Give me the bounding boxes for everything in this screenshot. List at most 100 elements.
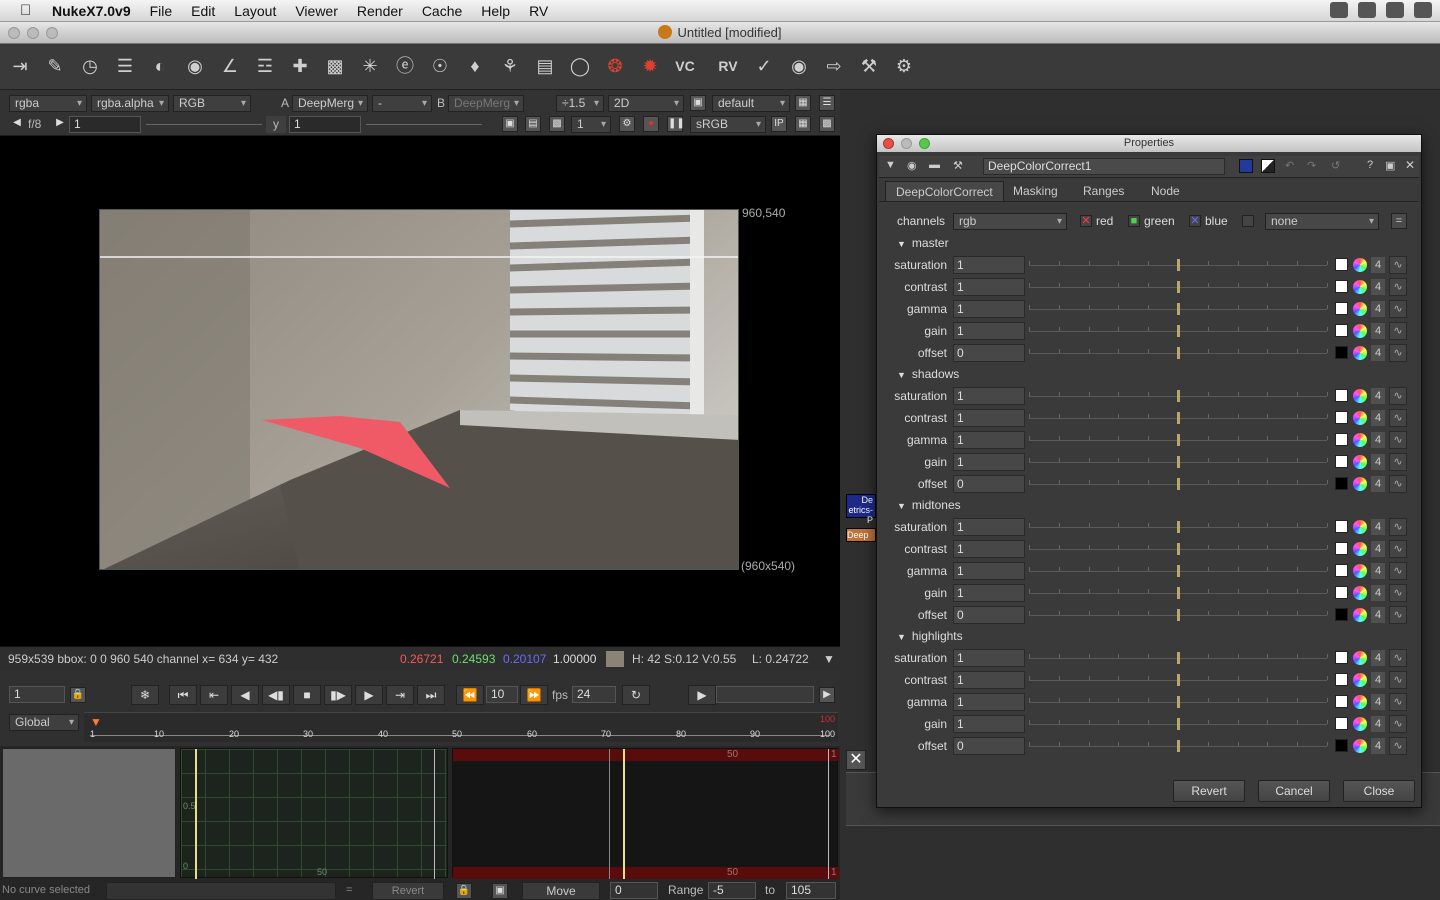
compare-mode-select[interactable]: -: [372, 95, 432, 112]
section-shadows[interactable]: shadows: [897, 367, 959, 381]
color-wheel-icon[interactable]: [1353, 608, 1367, 622]
slider-handle[interactable]: [1177, 434, 1180, 446]
slider-handle[interactable]: [1177, 740, 1180, 752]
colorspace-select[interactable]: sRGB: [690, 116, 766, 133]
animation-curve-icon[interactable]: ∿: [1389, 584, 1407, 602]
checkmark-icon[interactable]: ✓: [752, 54, 776, 78]
ip-icon[interactable]: IP: [771, 116, 787, 132]
color-swatch[interactable]: [1335, 717, 1348, 730]
vc-button[interactable]: VC: [670, 54, 700, 78]
channel-split-button[interactable]: 4: [1371, 694, 1385, 710]
color-wheel-icon[interactable]: [1353, 673, 1367, 687]
slider-handle[interactable]: [1177, 412, 1180, 424]
ocula-icon[interactable]: ❂: [603, 54, 627, 78]
alpha-select[interactable]: rgba.alpha: [91, 95, 169, 112]
play-back-icon[interactable]: ◀▮: [262, 685, 290, 705]
step-forward-icon[interactable]: ▶: [355, 685, 383, 705]
slider-handle[interactable]: [1177, 565, 1180, 577]
animation-curve-icon[interactable]: ∿: [1389, 431, 1407, 449]
pin-icon[interactable]: ⚒: [953, 159, 963, 172]
color-nodes-icon[interactable]: ◐: [148, 54, 172, 78]
collapse-icon[interactable]: ▼: [885, 159, 896, 171]
close-window-icon[interactable]: [8, 27, 20, 39]
apple-icon[interactable]: : [20, 2, 38, 20]
node-color-icon[interactable]: [1239, 159, 1253, 173]
color-wheel-icon[interactable]: [1353, 280, 1367, 294]
range-to-input[interactable]: 105: [786, 882, 836, 899]
info-menu-icon[interactable]: ▼: [823, 647, 835, 671]
animation-curve-icon[interactable]: ∿: [1389, 300, 1407, 318]
channel-split-button[interactable]: 4: [1371, 738, 1385, 754]
animation-curve-icon[interactable]: ∿: [1389, 387, 1407, 405]
menu-rv[interactable]: RV: [529, 3, 548, 19]
animation-curve-icon[interactable]: ∿: [1389, 409, 1407, 427]
timeline-menu-icon[interactable]: ▶: [819, 687, 835, 703]
minimize-window-icon[interactable]: [27, 27, 39, 39]
help-icon[interactable]: ?: [1367, 159, 1373, 171]
loop-icon[interactable]: ↻: [622, 685, 650, 705]
knob-slider[interactable]: [1029, 434, 1328, 446]
knob-slider[interactable]: [1029, 412, 1328, 424]
flipbook-icon[interactable]: ▶: [688, 685, 716, 705]
channel-split-button[interactable]: 4: [1371, 672, 1385, 688]
slider-handle[interactable]: [1177, 587, 1180, 599]
color-wheel-icon[interactable]: [1353, 520, 1367, 534]
animation-curve-icon[interactable]: ∿: [1389, 256, 1407, 274]
image-nodes-icon[interactable]: ⇥: [8, 54, 32, 78]
knob-value-input[interactable]: 0: [953, 475, 1025, 493]
knob-slider[interactable]: [1029, 259, 1328, 271]
color-swatch[interactable]: [1335, 520, 1348, 533]
3d-nodes-icon[interactable]: ▩: [323, 54, 347, 78]
float-icon[interactable]: ▬: [929, 159, 940, 171]
menu-help[interactable]: Help: [481, 3, 510, 19]
animation-curve-icon[interactable]: ∿: [1389, 671, 1407, 689]
color-swatch[interactable]: [1335, 739, 1348, 752]
curve-view-icon[interactable]: ▣: [492, 883, 508, 899]
color-swatch[interactable]: [1335, 258, 1348, 271]
slider-handle[interactable]: [1177, 543, 1180, 555]
animation-curve-icon[interactable]: ∿: [1389, 278, 1407, 296]
color-swatch[interactable]: [1335, 542, 1348, 555]
next-keyframe-icon[interactable]: ⇥: [386, 685, 414, 705]
dope-sheet-graph[interactable]: 0.5 0 50: [180, 748, 448, 879]
revert-icon[interactable]: ↺: [1331, 159, 1340, 172]
knob-value-input[interactable]: 0: [953, 344, 1025, 362]
knob-slider[interactable]: [1029, 281, 1328, 293]
color-swatch[interactable]: [1335, 411, 1348, 424]
knob-slider[interactable]: [1029, 325, 1328, 337]
green-checkbox[interactable]: ■: [1128, 215, 1140, 227]
views-nodes-icon[interactable]: ☉: [428, 54, 452, 78]
animation-curve-icon[interactable]: ∿: [1389, 322, 1407, 340]
proxy-select[interactable]: 1: [571, 116, 611, 133]
slider-handle[interactable]: [1177, 674, 1180, 686]
filter-nodes-icon[interactable]: ◉: [183, 54, 207, 78]
mask-channel-select[interactable]: none: [1265, 213, 1379, 230]
knob-value-input[interactable]: 1: [953, 518, 1025, 536]
knob-value-input[interactable]: 1: [953, 431, 1025, 449]
animation-curve-icon[interactable]: ∿: [1389, 715, 1407, 733]
color-wheel-icon[interactable]: [1353, 389, 1367, 403]
metadata-nodes-icon[interactable]: ♦: [463, 54, 487, 78]
color-swatch[interactable]: [1335, 324, 1348, 337]
menu-file[interactable]: File: [150, 3, 173, 19]
increment-input[interactable]: 10: [486, 686, 518, 703]
slider-handle[interactable]: [1177, 259, 1180, 271]
particles-nodes-icon[interactable]: ✳: [358, 54, 382, 78]
stop-render-icon[interactable]: ●: [643, 116, 659, 132]
channel-nodes-icon[interactable]: ☰: [113, 54, 137, 78]
revert-button[interactable]: Revert: [1173, 780, 1245, 802]
knob-value-input[interactable]: 1: [953, 387, 1025, 405]
color-wheel-icon[interactable]: [1353, 717, 1367, 731]
lut-select[interactable]: default: [712, 95, 790, 112]
rv-button[interactable]: RV: [713, 54, 743, 78]
refresh-icon[interactable]: ⚙: [619, 116, 635, 132]
properties-close-icon[interactable]: [883, 138, 894, 149]
properties-minimize-icon[interactable]: [901, 138, 912, 149]
color-swatch[interactable]: [1335, 433, 1348, 446]
color-swatch[interactable]: [1335, 564, 1348, 577]
knob-value-input[interactable]: 1: [953, 540, 1025, 558]
prev-keyframe-icon[interactable]: ⇤: [200, 685, 228, 705]
knob-value-input[interactable]: 1: [953, 278, 1025, 296]
deep-node[interactable]: De etrics-P: [846, 494, 876, 525]
color-wheel-icon[interactable]: [1353, 564, 1367, 578]
